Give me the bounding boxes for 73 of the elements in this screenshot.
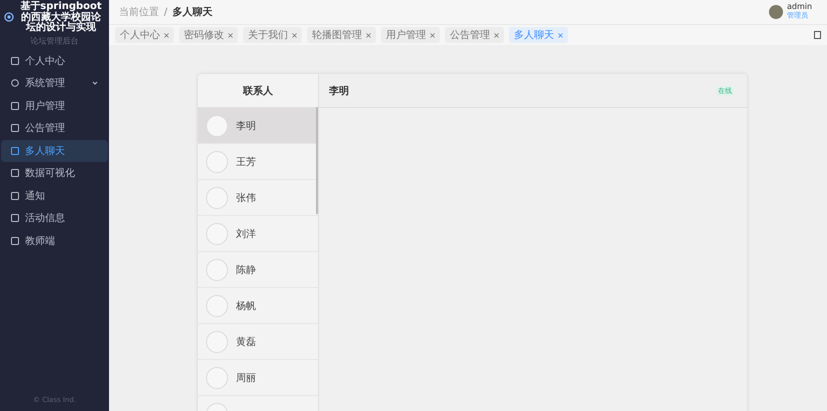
breadcrumb-separator: /	[164, 6, 168, 18]
contact-name: 黄磊	[236, 336, 256, 348]
page-tab[interactable]: 轮播图管理	[307, 27, 376, 43]
contact-name: 刘洋	[236, 228, 256, 240]
page-tab[interactable]: 关于我们	[243, 27, 302, 43]
close-icon[interactable]	[430, 32, 435, 38]
sidebar-item-label: 教师端	[25, 234, 55, 248]
sidebar-item-label: 用户管理	[25, 100, 65, 113]
sidebar-item-label: 通知	[25, 190, 45, 203]
contact-avatar	[206, 186, 228, 208]
user-name: admin	[787, 3, 814, 11]
chat-title: 李明	[329, 84, 349, 98]
scrollbar[interactable]	[316, 107, 318, 214]
contact-avatar	[206, 150, 228, 172]
contact-item[interactable]: 黄磊	[198, 324, 318, 360]
contact-avatar	[206, 114, 228, 136]
sidebar-item-label: 数据可视化	[25, 166, 75, 180]
contact-avatar	[206, 222, 228, 244]
circle-icon	[11, 79, 19, 88]
user-avatar[interactable]	[769, 5, 783, 19]
close-icon[interactable]	[558, 32, 563, 38]
caret-icon	[92, 81, 98, 86]
contact-name: 张伟	[236, 192, 256, 204]
sidebar-item[interactable]: 数据可视化	[1, 162, 108, 184]
sidebar-item[interactable]: 个人中心	[1, 50, 108, 72]
contact-name: 李明	[236, 120, 256, 132]
sidebar-item[interactable]: 用户管理	[1, 94, 108, 117]
contact-item[interactable]: 李明	[198, 108, 318, 144]
sidebar-item-label: 公告管理	[25, 122, 65, 136]
sidebar-item-label: 系统管理	[25, 76, 65, 90]
square-icon	[11, 146, 19, 155]
contact-item[interactable]: 杨帆	[198, 288, 318, 324]
logo-icon	[4, 12, 14, 22]
page-tab[interactable]: 密码修改	[179, 27, 238, 43]
contact-item[interactable]: 陈静	[198, 252, 318, 288]
contact-name: 王芳	[236, 156, 256, 168]
sidebar-item[interactable]: 活动信息	[1, 207, 108, 230]
square-icon	[11, 102, 19, 110]
contact-avatar	[206, 258, 228, 280]
contact-name: 周丽	[236, 372, 256, 384]
sidebar-item[interactable]: 通知	[1, 184, 108, 207]
square-icon	[11, 236, 19, 245]
breadcrumb-item: 多人聊天	[172, 6, 212, 19]
contact-name: 陈静	[236, 264, 256, 276]
app-subtitle: 论坛管理后台	[30, 36, 80, 46]
sidebar-item-label: 活动信息	[25, 212, 65, 226]
square-icon	[11, 169, 19, 178]
close-icon[interactable]	[164, 32, 169, 38]
contact-name: 杨帆	[236, 300, 256, 312]
document-icon[interactable]	[814, 31, 821, 39]
square-icon	[11, 124, 19, 132]
page-tab[interactable]: 用户管理	[381, 27, 440, 43]
contact-avatar	[206, 330, 228, 352]
sidebar-item-label: 个人中心	[25, 54, 65, 68]
close-icon[interactable]	[228, 32, 233, 38]
contact-avatar	[206, 366, 228, 388]
sidebar-item[interactable]: 公告管理	[1, 117, 108, 140]
sidebar-item-label: 多人聊天	[25, 144, 65, 158]
square-icon	[11, 214, 19, 222]
sidebar-item[interactable]: 系统管理	[1, 72, 108, 94]
square-icon	[11, 56, 19, 65]
app-title: 基于springboot的西藏大学校园论坛的设计与实现	[19, 0, 103, 34]
contact-item[interactable]: 周丽	[198, 360, 318, 396]
contact-avatar	[206, 294, 228, 316]
sidebar-item[interactable]: 多人聊天	[1, 140, 108, 162]
contact-item[interactable]: 刘洋	[198, 216, 318, 252]
close-icon[interactable]	[292, 32, 297, 38]
square-icon	[11, 192, 19, 200]
sidebar-item[interactable]: 教师端	[1, 230, 108, 252]
close-icon[interactable]	[494, 32, 499, 38]
close-icon[interactable]	[366, 32, 371, 38]
page-tab[interactable]: 公告管理	[445, 27, 504, 43]
page-tab[interactable]: 个人中心	[115, 27, 174, 43]
